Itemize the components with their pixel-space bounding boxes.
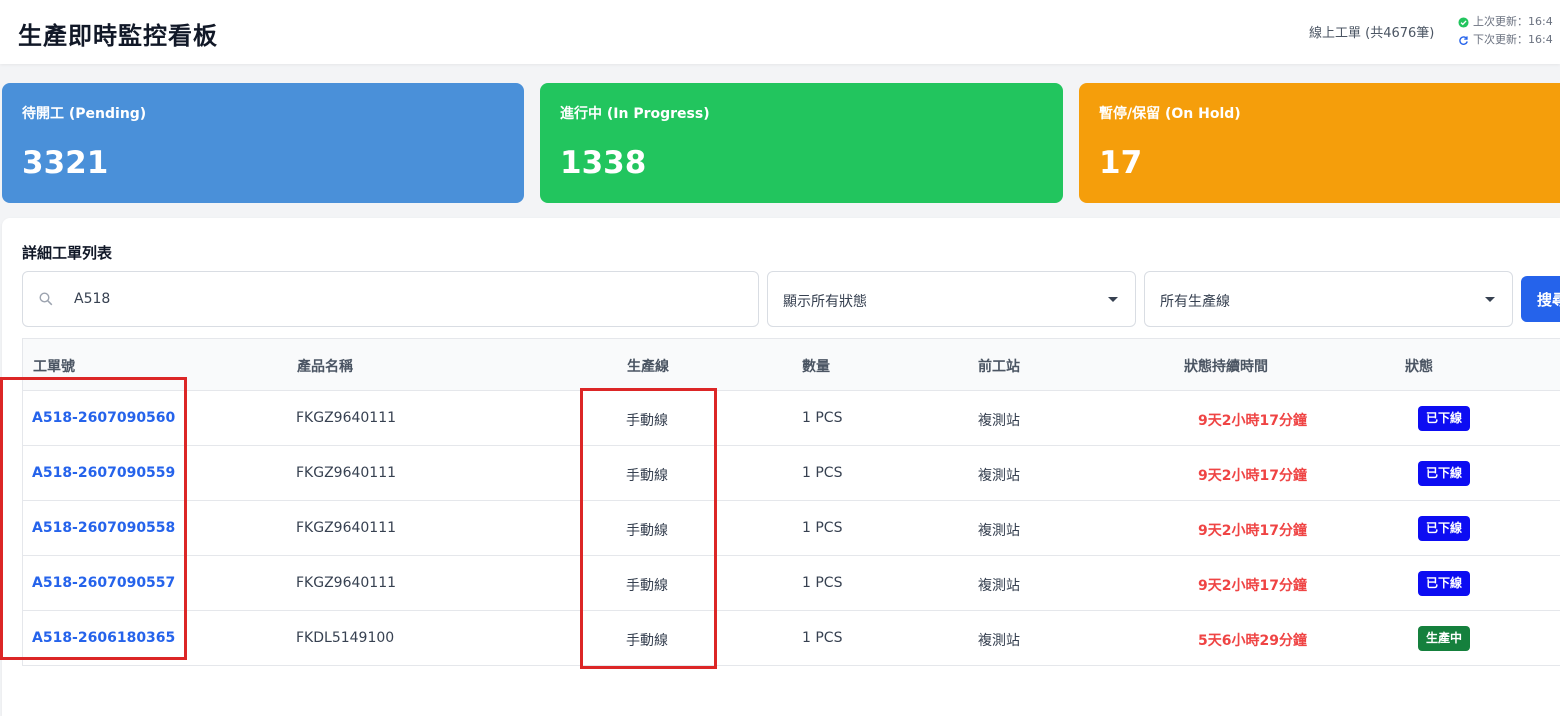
work-order-link[interactable]: A518-2606180365 <box>32 630 175 646</box>
line-filter-value: 所有生產線 <box>1160 294 1230 310</box>
status-filter-select[interactable]: 顯示所有狀態 <box>767 271 1136 327</box>
production-line: 手動線 <box>626 578 668 594</box>
status-duration: 9天2小時17分鐘 <box>1198 523 1307 539</box>
prev-station: 複測站 <box>978 523 1020 539</box>
table-row[interactable]: A518-2607090560 FKGZ9640111 手動線 1 PCS 複測… <box>23 391 1560 446</box>
quantity: 1 PCS <box>802 575 843 591</box>
panel-title: 詳細工單列表 <box>22 244 113 262</box>
table-row[interactable]: A518-2607090559 FKGZ9640111 手動線 1 PCS 複測… <box>23 446 1560 501</box>
last-update-text: 上次更新：16:4 <box>1473 15 1553 28</box>
work-order-panel: 詳細工單列表 A518 顯示所有狀態 所有生產線 搜尋 工單號 產品名稱 生產線… <box>2 218 1560 716</box>
quantity: 1 PCS <box>802 465 843 481</box>
quantity: 1 PCS <box>802 410 843 426</box>
column-header-status[interactable]: 狀態 <box>1405 356 1433 376</box>
work-order-link[interactable]: A518-2607090559 <box>32 465 175 481</box>
refresh-icon <box>1459 35 1468 45</box>
product-name: FKGZ9640111 <box>296 520 397 536</box>
update-status: 上次更新：16:4 下次更新：16:4 <box>1458 13 1560 51</box>
status-badge: 生產中 <box>1418 626 1471 651</box>
status-badge: 已下線 <box>1418 461 1471 486</box>
work-order-link[interactable]: A518-2607090558 <box>32 520 175 536</box>
column-header-prev-station[interactable]: 前工站 <box>978 356 1020 376</box>
production-line: 手動線 <box>626 413 668 429</box>
product-name: FKGZ9640111 <box>296 575 397 591</box>
on-hold-count: 17 <box>1099 145 1143 181</box>
production-line: 手動線 <box>626 468 668 484</box>
in-progress-label: 進行中 (In Progress) <box>560 106 710 122</box>
work-order-link[interactable]: A518-2607090560 <box>32 410 175 426</box>
on-hold-card: 暫停/保留 (On Hold) 17 <box>1079 83 1560 203</box>
production-line: 手動線 <box>626 633 668 649</box>
table-row[interactable]: A518-2606180365 FKDL5149100 手動線 1 PCS 複測… <box>23 611 1560 666</box>
status-duration: 9天2小時17分鐘 <box>1198 578 1307 594</box>
next-update-text: 下次更新：16:4 <box>1473 33 1553 46</box>
status-badge: 已下線 <box>1418 406 1471 431</box>
top-bar: 生產即時監控看板 線上工單 (共4676筆) 上次更新：16:4 下次更新：16… <box>0 0 1560 64</box>
status-badge: 已下線 <box>1418 516 1471 541</box>
work-order-table: 工單號 產品名稱 生產線 數量 前工站 狀態持續時間 狀態 A518-26070… <box>22 338 1560 666</box>
prev-station: 複測站 <box>978 578 1020 594</box>
chevron-down-icon <box>1108 297 1118 302</box>
status-duration: 9天2小時17分鐘 <box>1198 468 1307 484</box>
in-progress-count: 1338 <box>560 145 647 181</box>
status-duration: 9天2小時17分鐘 <box>1198 413 1307 429</box>
production-line: 手動線 <box>626 523 668 539</box>
column-header-work-order[interactable]: 工單號 <box>33 356 75 376</box>
table-row[interactable]: A518-2607090558 FKGZ9640111 手動線 1 PCS 複測… <box>23 501 1560 556</box>
search-input[interactable]: A518 <box>22 271 759 327</box>
product-name: FKGZ9640111 <box>296 465 397 481</box>
product-name: FKGZ9640111 <box>296 410 397 426</box>
work-order-link[interactable]: A518-2607090557 <box>32 575 175 591</box>
status-duration: 5天6小時29分鐘 <box>1198 633 1307 649</box>
chevron-down-icon <box>1485 297 1495 302</box>
pending-card: 待開工 (Pending) 3321 <box>2 83 524 203</box>
online-orders-count: 線上工單 (共4676筆) <box>1309 26 1435 41</box>
check-circle-icon <box>1458 16 1469 28</box>
prev-station: 複測站 <box>978 413 1020 429</box>
prev-station: 複測站 <box>978 468 1020 484</box>
quantity: 1 PCS <box>802 520 843 536</box>
line-filter-select[interactable]: 所有生產線 <box>1144 271 1513 327</box>
prev-station: 複測站 <box>978 633 1020 649</box>
in-progress-card: 進行中 (In Progress) 1338 <box>540 83 1063 203</box>
column-header-line[interactable]: 生產線 <box>627 356 669 376</box>
column-header-product[interactable]: 產品名稱 <box>297 356 353 376</box>
page-title: 生產即時監控看板 <box>18 22 218 50</box>
product-name: FKDL5149100 <box>296 630 395 646</box>
table-row[interactable]: A518-2607090557 FKGZ9640111 手動線 1 PCS 複測… <box>23 556 1560 611</box>
search-value: A518 <box>74 291 111 307</box>
status-filter-value: 顯示所有狀態 <box>783 294 867 310</box>
on-hold-label: 暫停/保留 (On Hold) <box>1099 106 1241 122</box>
pending-count: 3321 <box>22 145 109 181</box>
column-header-qty[interactable]: 數量 <box>802 356 830 376</box>
search-button[interactable]: 搜尋 <box>1521 276 1560 322</box>
pending-label: 待開工 (Pending) <box>22 106 147 122</box>
column-header-duration[interactable]: 狀態持續時間 <box>1184 356 1268 376</box>
search-icon <box>39 292 53 306</box>
status-badge: 已下線 <box>1418 571 1471 596</box>
table-header: 工單號 產品名稱 生產線 數量 前工站 狀態持續時間 狀態 <box>23 339 1560 391</box>
quantity: 1 PCS <box>802 630 843 646</box>
